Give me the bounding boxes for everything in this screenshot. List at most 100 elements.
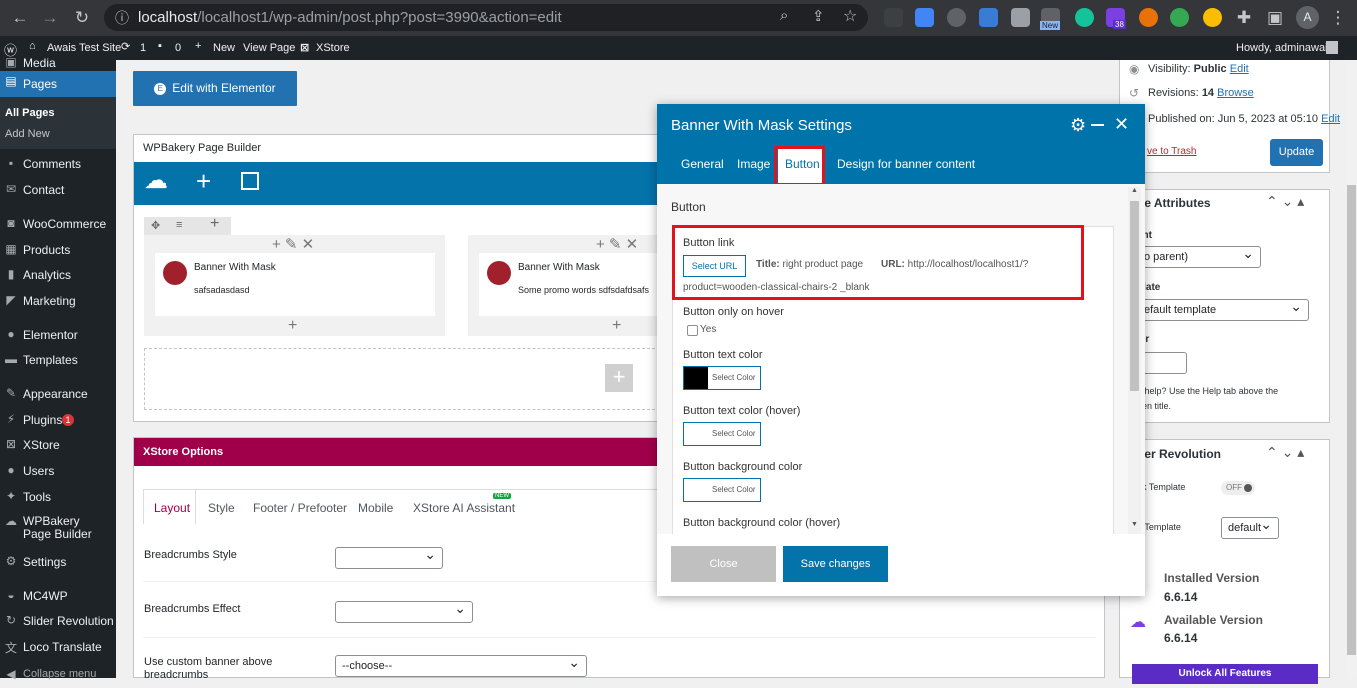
slide-template-select[interactable]: default	[1221, 514, 1279, 539]
profile-avatar[interactable]: A	[1296, 6, 1319, 29]
updates-count[interactable]: 1	[140, 42, 146, 54]
back-icon[interactable]: ←	[10, 8, 30, 28]
add-element-icon[interactable]: +	[196, 168, 211, 194]
column-2-add-icon[interactable]: +	[612, 317, 621, 335]
unlock-all-features-button[interactable]: Unlock All Features	[1132, 664, 1318, 684]
sidebar-collapse-menu[interactable]: ◀ Collapse menu	[0, 664, 116, 688]
reload-icon[interactable]: ↻	[72, 8, 92, 28]
comments-count[interactable]: 0	[175, 42, 181, 54]
add-row-area[interactable]: +	[144, 348, 660, 410]
edit-with-elementor-button[interactable]: E Edit with Elementor	[133, 71, 297, 106]
sidebar-subitem-add-new[interactable]: Add New	[5, 128, 50, 140]
tab-xstore-ai-assistant[interactable]: XStore AI Assistant	[413, 501, 515, 515]
extension-orange-icon[interactable]	[1139, 8, 1158, 27]
extension-chrome-icon[interactable]	[1203, 8, 1222, 27]
sidebar-item-users[interactable]: ● Users	[0, 460, 116, 484]
column-1-add-icon[interactable]: +	[288, 317, 297, 335]
template-select[interactable]: efault template	[1137, 296, 1309, 321]
column-1-controls[interactable]: + ✎ ✕	[272, 235, 314, 253]
view-page-link[interactable]: View Page	[243, 42, 295, 54]
bg-color-picker[interactable]: Select Color	[683, 478, 761, 502]
modal-scrollbar-thumb[interactable]	[1130, 201, 1139, 391]
sidebar-item-analytics[interactable]: ▮ Analytics	[0, 264, 116, 288]
sidebar-item-mc4wp[interactable]: ◒ MC4WP	[0, 585, 116, 609]
update-button[interactable]: Update	[1270, 139, 1323, 166]
extension-camera-icon[interactable]	[1011, 8, 1030, 27]
user-avatar[interactable]	[1326, 41, 1338, 54]
text-color-picker[interactable]: Select Color	[683, 366, 761, 390]
hover-yes-checkbox[interactable]	[687, 325, 698, 336]
sidebar-item-tools[interactable]: ✦ Tools	[0, 486, 116, 510]
sidebar-item-wpbakery[interactable]: ☁ WPBakery Page Builder	[0, 511, 116, 545]
sidebar-item-settings[interactable]: ⚙ Settings	[0, 551, 116, 575]
text-color-hover-picker[interactable]: Select Color	[683, 422, 761, 446]
forward-icon[interactable]: →	[40, 8, 60, 28]
extension-recycle-icon[interactable]	[884, 8, 903, 27]
move-to-trash-link[interactable]: ve to Trash	[1147, 146, 1196, 157]
modal-close-icon[interactable]: ✕	[1114, 114, 1129, 135]
modal-tab-general[interactable]: General	[681, 157, 724, 171]
extension-globe-icon[interactable]	[947, 8, 966, 27]
extension-green-icon[interactable]	[1170, 8, 1189, 27]
blank-template-toggle[interactable]: OFF	[1221, 481, 1255, 495]
modal-tab-design[interactable]: Design for banner content	[837, 157, 975, 171]
sidebar-item-slider-revolution[interactable]: ↻ Slider Revolution	[0, 610, 116, 634]
tab-style[interactable]: Style	[208, 501, 235, 515]
info-icon[interactable]: ⓘ	[115, 8, 129, 28]
element-banner-2[interactable]: Banner With Mask Some promo words sdfsda…	[479, 253, 661, 316]
tab-mobile[interactable]: Mobile	[358, 501, 393, 515]
bookmark-star-icon[interactable]: ☆	[843, 6, 857, 26]
share-icon[interactable]: ⇪	[812, 7, 825, 25]
sidebar-item-templates[interactable]: ▬ Templates	[0, 349, 116, 373]
sidebar-subitem-all-pages[interactable]: All Pages	[5, 107, 55, 119]
extension-docs-icon[interactable]	[915, 8, 934, 27]
breadcrumbs-effect-select[interactable]	[335, 598, 473, 623]
updates-icon[interactable]: ⟳	[121, 40, 130, 53]
sidebar-item-pages[interactable]: ▤ Pages	[0, 71, 116, 97]
address-bar[interactable]: ⓘ localhost/localhost1/wp-admin/post.php…	[104, 4, 868, 31]
sidebar-item-woocommerce[interactable]: ◙ WooCommerce	[0, 213, 116, 237]
visibility-edit-link[interactable]: Edit	[1230, 63, 1249, 75]
layout-row-icon[interactable]: ≡	[176, 219, 182, 231]
modal-minimize-icon[interactable]	[1091, 124, 1104, 126]
modal-tab-image[interactable]: Image	[737, 157, 770, 171]
home-icon[interactable]: ⌂	[29, 40, 36, 52]
add-column-icon[interactable]: +	[210, 215, 219, 233]
box-controls-icon[interactable]: ⌃ ⌄ ▴	[1266, 444, 1304, 461]
move-row-icon[interactable]: ✥	[151, 219, 160, 232]
scroll-up-icon[interactable]: ▲	[1131, 187, 1138, 194]
extension-translate-icon[interactable]	[979, 8, 998, 27]
published-edit-link[interactable]: Edit	[1321, 113, 1340, 125]
sidebar-item-plugins[interactable]: ⚡ Plugins 1	[0, 409, 116, 433]
sidebar-item-media[interactable]: ▣ Media	[0, 52, 116, 70]
menu-kebab-icon[interactable]: ⋮	[1328, 8, 1348, 28]
plus-icon[interactable]: +	[195, 40, 201, 52]
comments-icon[interactable]: ▪	[158, 40, 162, 52]
page-scrollbar-thumb[interactable]	[1347, 185, 1356, 655]
custom-banner-select[interactable]: --choose--	[335, 652, 587, 677]
new-link[interactable]: New	[213, 42, 235, 54]
breadcrumbs-style-select[interactable]	[335, 544, 443, 569]
save-changes-button[interactable]: Save changes	[783, 546, 888, 582]
page-scrollbar[interactable]	[1346, 60, 1357, 678]
extensions-puzzle-icon[interactable]: ✚	[1234, 8, 1254, 28]
sidebar-item-loco-translate[interactable]: 文 Loco Translate	[0, 636, 116, 660]
parent-select[interactable]: o parent)	[1137, 243, 1261, 268]
wpbakery-cloud-icon[interactable]: ☁	[144, 169, 168, 193]
zoom-icon[interactable]: ⌕	[780, 7, 788, 24]
tab-layout[interactable]: Layout	[154, 501, 190, 515]
add-row-icon[interactable]: +	[605, 364, 633, 392]
howdy-text[interactable]: Howdy, adminawais	[1236, 42, 1333, 54]
column-2-controls[interactable]: + ✎ ✕	[596, 235, 638, 253]
sidebar-item-marketing[interactable]: ◤ Marketing	[0, 290, 116, 314]
sidebar-item-xstore[interactable]: ⊠ XStore	[0, 434, 116, 458]
element-banner-1[interactable]: Banner With Mask safsadasdasd	[155, 253, 435, 316]
sidebar-item-contact[interactable]: ✉ Contact	[0, 179, 116, 203]
sidebar-item-comments[interactable]: ▪ Comments	[0, 153, 116, 177]
sidebar-item-products[interactable]: ▦ Products	[0, 239, 116, 263]
revisions-browse-link[interactable]: Browse	[1217, 87, 1254, 99]
scroll-down-icon[interactable]: ▼	[1131, 521, 1138, 528]
modal-scrollbar[interactable]: ▲ ▼	[1128, 187, 1141, 534]
close-button[interactable]: Close	[671, 546, 776, 582]
sidepanel-icon[interactable]: ▣	[1265, 8, 1285, 28]
